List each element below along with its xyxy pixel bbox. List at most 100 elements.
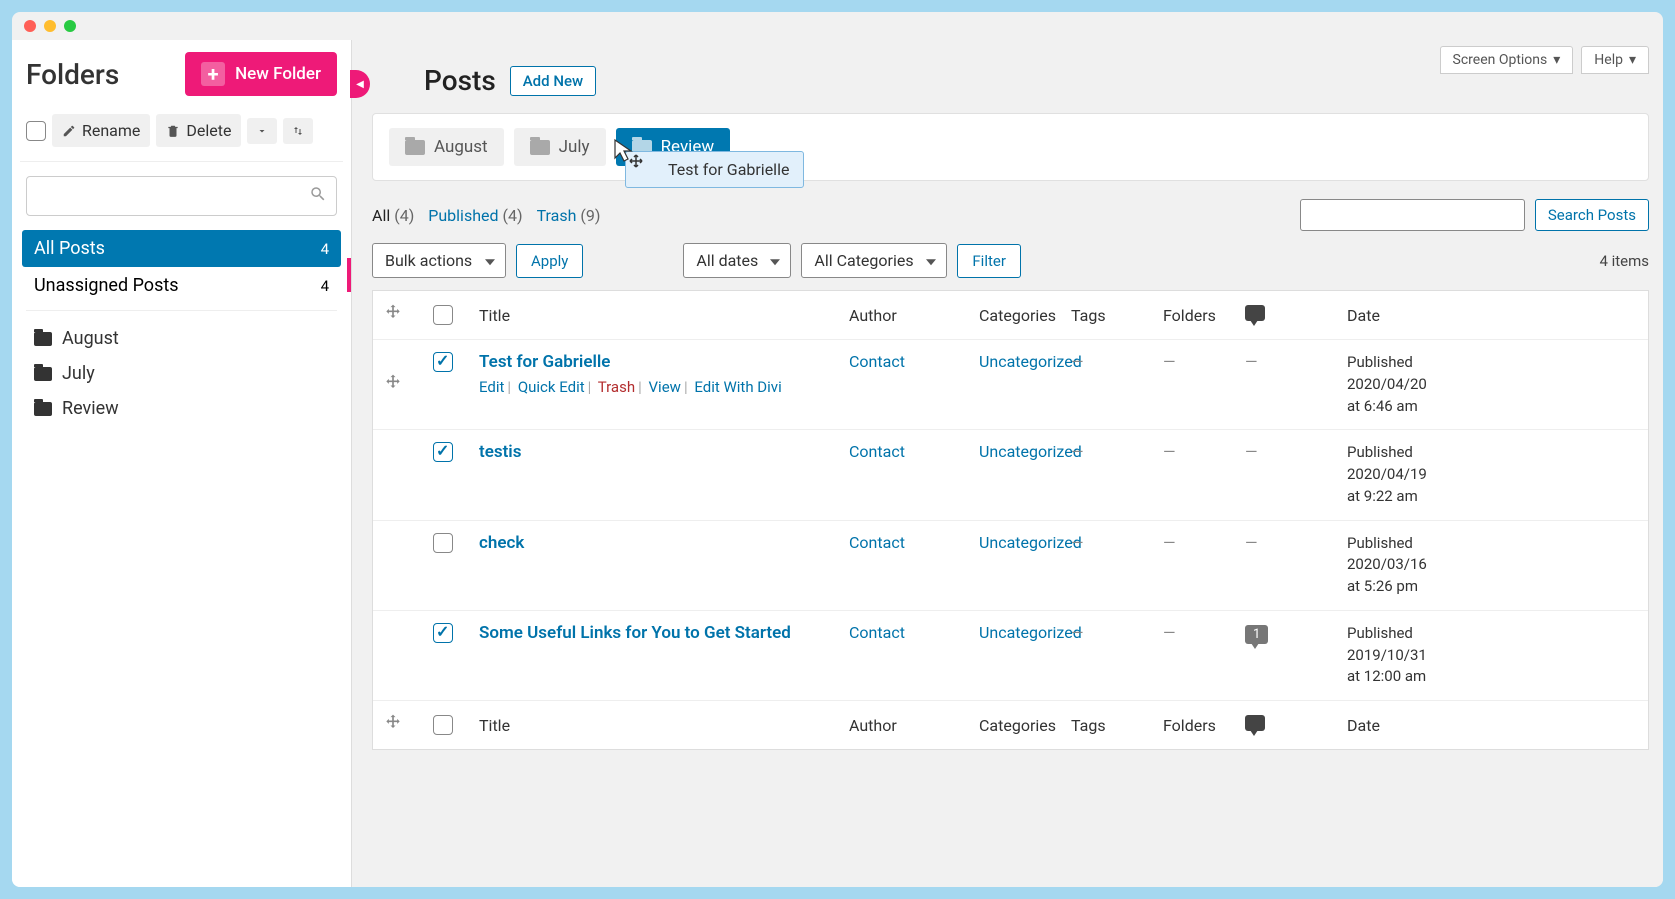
collapse-sidebar-button[interactable] <box>350 70 370 98</box>
date-cell: Published2020/03/16at 5:26 pm <box>1347 533 1457 598</box>
sort-button[interactable] <box>283 118 313 144</box>
col-tags: Tags <box>1071 306 1163 325</box>
expand-button[interactable] <box>247 118 277 144</box>
col-title[interactable]: Title <box>479 716 849 735</box>
search-posts-input[interactable] <box>1300 199 1525 231</box>
tags-cell: — <box>1071 352 1084 371</box>
apply-button[interactable]: Apply <box>516 244 583 278</box>
folders-cell: — <box>1163 623 1176 642</box>
move-cursor-icon <box>611 136 645 170</box>
table-row: testis Contact Uncategorized — — — Publi… <box>373 430 1648 520</box>
folder-icon <box>405 140 425 155</box>
category-link[interactable]: Uncategorized <box>979 442 1082 461</box>
new-folder-label: New Folder <box>235 64 321 84</box>
sidebar-item-unassigned[interactable]: Unassigned Posts 4 <box>22 267 341 304</box>
row-checkbox[interactable] <box>433 533 453 553</box>
status-published[interactable]: Published <box>428 206 498 225</box>
folder-search-input[interactable] <box>26 176 337 216</box>
comments-cell: 1 <box>1245 623 1347 644</box>
quick-edit-action[interactable]: Quick Edit <box>518 378 585 396</box>
sidebar-item-all-posts[interactable]: All Posts 4 <box>22 230 341 267</box>
folder-search-wrap <box>26 176 337 216</box>
bulk-actions-select[interactable]: Bulk actions <box>372 243 506 278</box>
trash-icon <box>166 124 180 138</box>
col-folders: Folders <box>1163 306 1245 325</box>
drag-column-footer <box>383 713 433 737</box>
table-row: Test for Gabrielle Edit| Quick Edit| Tra… <box>373 340 1648 430</box>
sidebar-folder-review[interactable]: Review <box>22 391 341 426</box>
category-link[interactable]: Uncategorized <box>979 623 1082 642</box>
folders-cell: — <box>1163 352 1176 371</box>
new-folder-button[interactable]: + New Folder <box>185 52 337 96</box>
table-footer-row: Title Author Categories Tags Folders Dat… <box>373 701 1648 749</box>
author-link[interactable]: Contact <box>849 623 905 642</box>
content-area: Screen Options ▾ Help ▾ Posts Add New Au… <box>352 40 1663 887</box>
col-author: Author <box>849 716 979 735</box>
view-action[interactable]: View <box>649 378 681 396</box>
col-date[interactable]: Date <box>1347 716 1457 735</box>
post-title-link[interactable]: testis <box>479 442 521 462</box>
row-checkbox[interactable] <box>433 623 453 643</box>
col-title[interactable]: Title <box>479 306 849 325</box>
author-link[interactable]: Contact <box>849 533 905 552</box>
delete-label: Delete <box>186 121 231 140</box>
status-filter-bar: All (4) Published (4) Trash (9) Search P… <box>368 181 1663 243</box>
category-link[interactable]: Uncategorized <box>979 533 1082 552</box>
table-row: Some Useful Links for You to Get Started… <box>373 611 1648 701</box>
action-bar: Bulk actions Apply All dates All Categor… <box>368 243 1663 290</box>
folders-cell: — <box>1163 533 1176 552</box>
post-title-link[interactable]: check <box>479 533 524 553</box>
minimize-window-icon[interactable] <box>44 20 56 32</box>
post-title-link[interactable]: Test for Gabrielle <box>479 352 610 372</box>
plus-icon: + <box>201 62 225 86</box>
author-link[interactable]: Contact <box>849 442 905 461</box>
author-link[interactable]: Contact <box>849 352 905 371</box>
edit-action[interactable]: Edit <box>479 378 504 396</box>
dates-select[interactable]: All dates <box>683 243 791 278</box>
comment-icon <box>1245 715 1265 731</box>
divider <box>26 310 337 311</box>
sidebar-toolbar: Rename Delete <box>20 110 343 162</box>
status-trash[interactable]: Trash <box>537 206 577 225</box>
col-date[interactable]: Date <box>1347 306 1457 325</box>
folder-icon <box>34 367 52 381</box>
categories-select[interactable]: All Categories <box>801 243 947 278</box>
select-all-folders-checkbox[interactable] <box>26 121 46 141</box>
sidebar-header: Folders + New Folder <box>20 52 343 110</box>
search-posts-group: Search Posts <box>1300 199 1649 231</box>
delete-button[interactable]: Delete <box>156 114 241 147</box>
folder-icon <box>34 332 52 346</box>
rename-button[interactable]: Rename <box>52 114 150 147</box>
row-checkbox[interactable] <box>433 352 453 372</box>
sidebar-folder-august[interactable]: August <box>22 321 341 356</box>
select-all-checkbox[interactable] <box>433 305 453 325</box>
folder-tab-label: August <box>434 137 488 157</box>
screen-options-button[interactable]: Screen Options ▾ <box>1440 46 1574 74</box>
status-all[interactable]: All <box>372 206 390 225</box>
close-window-icon[interactable] <box>24 20 36 32</box>
row-checkbox[interactable] <box>433 442 453 462</box>
filter-button[interactable]: Filter <box>957 244 1021 278</box>
post-title-link[interactable]: Some Useful Links for You to Get Started <box>479 623 791 643</box>
comment-count-badge[interactable]: 1 <box>1245 625 1268 644</box>
comments-dash: — <box>1245 533 1258 552</box>
select-all-checkbox-footer[interactable] <box>433 715 453 735</box>
folder-tab-august[interactable]: August <box>389 128 504 166</box>
sidebar-title: Folders <box>26 58 119 91</box>
folder-tab-july[interactable]: July <box>514 128 606 166</box>
category-link[interactable]: Uncategorized <box>979 352 1082 371</box>
folder-tab-label: July <box>559 137 590 157</box>
edit-divi-action[interactable]: Edit With Divi <box>694 378 781 396</box>
resize-indicator[interactable] <box>347 258 351 292</box>
sidebar-folder-july[interactable]: July <box>22 356 341 391</box>
comments-dash: — <box>1245 442 1258 461</box>
help-button[interactable]: Help ▾ <box>1581 46 1649 74</box>
search-posts-button[interactable]: Search Posts <box>1535 199 1649 231</box>
move-icon[interactable] <box>383 373 403 393</box>
col-folders: Folders <box>1163 716 1245 735</box>
col-author: Author <box>849 306 979 325</box>
status-trash-count: (9) <box>580 206 600 225</box>
add-new-button[interactable]: Add New <box>510 66 596 96</box>
maximize-window-icon[interactable] <box>64 20 76 32</box>
trash-action[interactable]: Trash <box>598 378 635 396</box>
